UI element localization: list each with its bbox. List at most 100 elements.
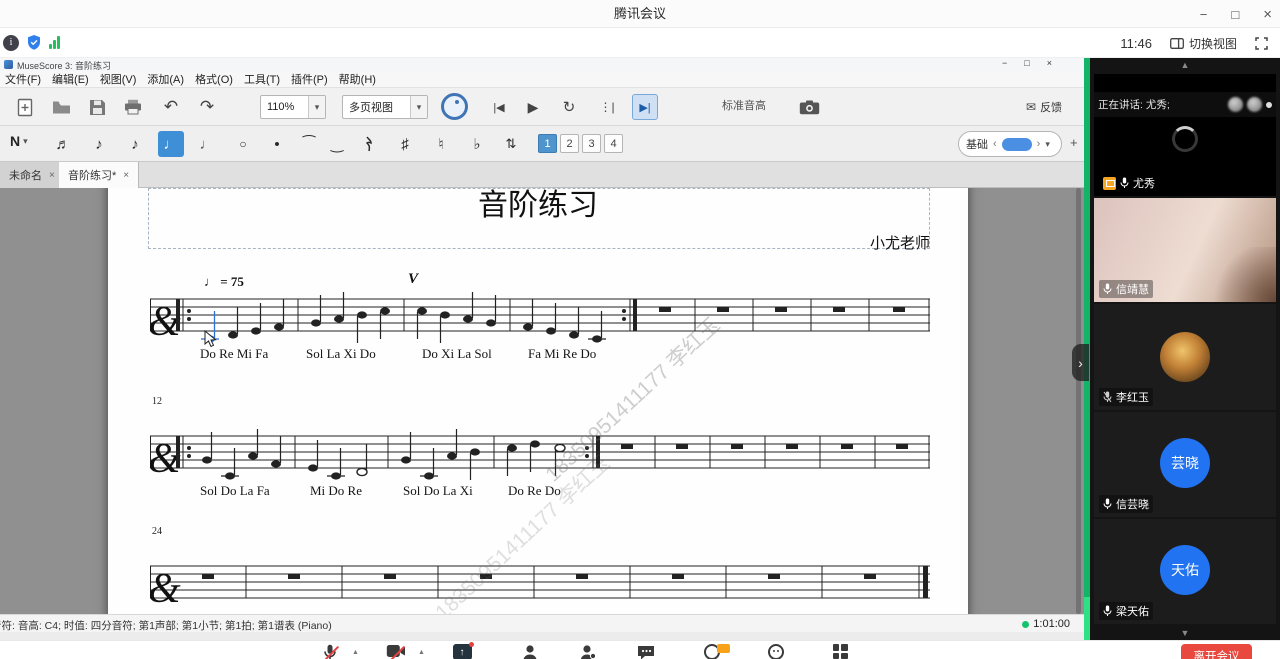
- rest-button[interactable]: [356, 131, 382, 157]
- minimize-icon[interactable]: −: [1200, 7, 1208, 22]
- mute-button[interactable]: [318, 644, 342, 659]
- video-tile-youxiu[interactable]: 正在讲话: 尤秀; 尤秀: [1094, 74, 1276, 196]
- voice-1-button[interactable]: 1: [538, 134, 557, 153]
- whole-note-button[interactable]: ○: [230, 131, 256, 157]
- augmentation-dot-button[interactable]: •: [264, 131, 290, 157]
- mic-options-caret[interactable]: ▲: [352, 649, 359, 656]
- play-button[interactable]: ▶: [520, 94, 546, 120]
- save-button[interactable]: [84, 94, 110, 120]
- voice-2-button[interactable]: 2: [560, 134, 579, 153]
- lyrics[interactable]: Fa Mi Re Do: [528, 346, 596, 362]
- staff-system-3[interactable]: &: [150, 552, 930, 614]
- menu-help[interactable]: 帮助(H): [339, 71, 376, 87]
- security-shield-icon[interactable]: [26, 34, 42, 51]
- menu-add[interactable]: 添加(A): [147, 71, 184, 87]
- fullscreen-icon[interactable]: [1255, 37, 1268, 50]
- undo-button[interactable]: ↶: [158, 94, 184, 120]
- print-button[interactable]: [120, 94, 146, 120]
- chat-button[interactable]: [634, 644, 658, 659]
- lyrics[interactable]: Sol La Xi Do: [306, 346, 376, 362]
- sixteenth-note-button[interactable]: ♬: [50, 131, 76, 157]
- menu-view[interactable]: 视图(V): [100, 71, 137, 87]
- scroll-up-icon[interactable]: ▲: [1181, 60, 1190, 70]
- menu-file[interactable]: 文件(F): [5, 71, 41, 87]
- leave-meeting-button[interactable]: 离开会议: [1181, 644, 1252, 659]
- mic-icon: [1120, 177, 1129, 189]
- ms-minimize-icon[interactable]: −: [1002, 58, 1007, 68]
- camera-options-caret[interactable]: ▲: [418, 649, 425, 656]
- natural-button[interactable]: ♮: [428, 131, 454, 157]
- video-tile-xinjinghui[interactable]: 信靖慧: [1094, 198, 1276, 302]
- score-canvas[interactable]: 音阶练习 小尤老师 ♩ = 75 V &: [0, 188, 1084, 614]
- zoom-select[interactable]: 110% ▾: [260, 95, 326, 119]
- participants-button[interactable]: [518, 644, 542, 659]
- new-score-button[interactable]: [12, 94, 38, 120]
- rewind-button[interactable]: |◀: [486, 94, 512, 120]
- loop-playback-button[interactable]: ↻: [556, 94, 582, 120]
- chevron-left-icon[interactable]: ‹: [993, 138, 997, 150]
- ms-close-icon[interactable]: ×: [1047, 58, 1052, 68]
- menu-tools[interactable]: 工具(T): [244, 71, 280, 87]
- staff-system-2[interactable]: &: [150, 422, 930, 486]
- menu-format[interactable]: 格式(O): [195, 71, 233, 87]
- camera-button[interactable]: [384, 644, 408, 659]
- chevron-right-icon[interactable]: ›: [1037, 138, 1041, 150]
- apps-button[interactable]: [828, 644, 852, 659]
- lyrics[interactable]: Do Xi La Sol: [422, 346, 492, 362]
- menu-plugins[interactable]: 插件(P): [291, 71, 328, 87]
- close-icon[interactable]: ×: [1263, 6, 1272, 23]
- lyrics[interactable]: Do Re Mi Fa: [200, 346, 268, 362]
- score-scrollbar[interactable]: [1076, 188, 1081, 614]
- tab-scale-practice[interactable]: 音阶练习* ×: [59, 162, 139, 188]
- tab-untitled[interactable]: 未命名 ×: [0, 162, 65, 188]
- video-tile-liangtianyou[interactable]: 天佑 梁天佑: [1094, 519, 1276, 624]
- lyrics[interactable]: Sol Do La Xi: [403, 483, 473, 499]
- flip-direction-button[interactable]: ⇅: [498, 131, 524, 157]
- palette-selector[interactable]: 基础 ‹ › ▾: [958, 131, 1062, 157]
- half-note-button[interactable]: ♩: [194, 131, 220, 157]
- record-button[interactable]: [700, 644, 724, 659]
- quarter-note-button[interactable]: ♩: [158, 131, 184, 157]
- staff-system-1[interactable]: &: [150, 285, 930, 349]
- ms-maximize-icon[interactable]: □: [1024, 58, 1029, 68]
- lyrics[interactable]: Mi Do Re: [310, 483, 362, 499]
- switch-view-button[interactable]: 切换视图: [1170, 35, 1237, 52]
- host-tools-button[interactable]: [576, 644, 600, 659]
- add-palette-button[interactable]: +: [1070, 135, 1078, 150]
- flat-button[interactable]: ♭: [464, 131, 490, 157]
- feedback-button[interactable]: ✉ 反馈: [1026, 99, 1062, 115]
- meeting-info-icon[interactable]: i: [3, 35, 19, 51]
- tab-close-icon[interactable]: ×: [123, 170, 129, 181]
- network-signal-icon[interactable]: [49, 36, 60, 49]
- slur-button[interactable]: ‿: [324, 131, 350, 157]
- panel-collapse-handle[interactable]: ›: [1072, 344, 1089, 381]
- lyrics[interactable]: Sol Do La Fa: [200, 483, 270, 499]
- voice-3-button[interactable]: 3: [582, 134, 601, 153]
- scroll-down-icon[interactable]: ▼: [1181, 628, 1190, 638]
- pin-icon[interactable]: [1266, 102, 1272, 108]
- sharp-button[interactable]: ♯: [392, 131, 418, 157]
- play-repeats-button[interactable]: ▶|: [632, 94, 658, 120]
- eighth-note-button[interactable]: ♪: [86, 131, 112, 157]
- score-title[interactable]: 音阶练习: [108, 188, 968, 224]
- note-input-button[interactable]: N ▾: [10, 133, 28, 149]
- share-screen-button[interactable]: ↑: [450, 644, 474, 659]
- maximize-icon[interactable]: □: [1231, 7, 1239, 22]
- tab-close-icon[interactable]: ×: [49, 170, 55, 181]
- redo-button[interactable]: ↷: [194, 94, 220, 120]
- menu-edit[interactable]: 编辑(E): [52, 71, 89, 87]
- eighth-note-button-2[interactable]: ♪: [122, 131, 148, 157]
- concert-pitch-button[interactable]: 标准音高: [722, 97, 766, 113]
- voice-4-button[interactable]: 4: [604, 134, 623, 153]
- video-tile-lihongyu[interactable]: 李红玉: [1094, 304, 1276, 410]
- metronome-button[interactable]: ⋮|: [594, 94, 620, 120]
- open-file-button[interactable]: [48, 94, 74, 120]
- image-capture-button[interactable]: [796, 94, 822, 120]
- reactions-button[interactable]: [764, 644, 788, 659]
- chevron-down-icon[interactable]: ▾: [1045, 139, 1050, 150]
- score-author[interactable]: 小尤老师: [870, 232, 930, 253]
- midi-input-icon[interactable]: [441, 93, 468, 120]
- tie-button[interactable]: ⁀: [296, 131, 322, 157]
- video-tile-xinyunxiao[interactable]: 芸晓 信芸晓: [1094, 412, 1276, 517]
- view-mode-select[interactable]: 多页视图 ▾: [342, 95, 428, 119]
